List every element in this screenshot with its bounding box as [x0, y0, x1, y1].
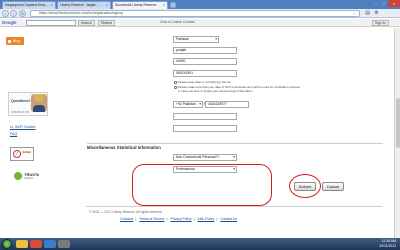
tab-label: Successful Liberty Reserve... — [115, 3, 159, 7]
blog-button[interactable]: Blog — [6, 37, 24, 45]
page-content: Blog Questions? CONTACT US LL SAPI Guide… — [0, 28, 400, 238]
vertical-scrollbar[interactable] — [394, 28, 400, 238]
wrench-icon[interactable]: ⚙ — [373, 10, 380, 17]
close-icon[interactable]: × — [106, 2, 108, 9]
support-avatar — [31, 94, 47, 112]
checkmark-icon: ✓ — [13, 150, 21, 158]
browser-toolbar: ‹ › ↻ https://www.libertyreserve.com/en/… — [0, 9, 400, 18]
online-contact-link[interactable]: Click to Online Contact — [158, 20, 197, 26]
browser-tab-2[interactable]: Liberty Reserve - target... × — [57, 1, 111, 9]
rss-icon — [8, 39, 11, 43]
highlight-annotation-submit — [289, 174, 321, 198]
contact-us-label: CONTACT US — [11, 110, 29, 114]
questions-card[interactable]: Questions? CONTACT US — [8, 92, 48, 116]
truste-subtitle: Verified — [24, 177, 33, 180]
ie-icon[interactable] — [44, 240, 56, 248]
info-icon — [174, 80, 177, 84]
google-search-button[interactable]: Search — [78, 20, 95, 26]
url-text: https://www.libertyreserve.com/en/regist… — [39, 11, 124, 15]
company-row: Company Name — [84, 125, 400, 133]
windows-taskbar: 12:28 AM 20/11/2012 — [0, 238, 400, 250]
scrollbar-thumb[interactable] — [396, 98, 400, 148]
footer-links: Contacts | Terms of Service | Privacy Poli… — [120, 217, 237, 221]
mobile-row: Mobile Phone — [84, 113, 400, 121]
copyright-text: © 2002 — 2012 Liberty Reserve. All right… — [89, 210, 163, 214]
clock-date: 20/11/2012 — [379, 243, 396, 248]
footer-divider — [86, 206, 382, 207]
browser-tab-1[interactable]: Megaupload Captcha Emu... × — [2, 1, 56, 9]
dob-input[interactable]: 06/10/1991 — [173, 70, 237, 77]
tab-label: Liberty Reserve - target... — [60, 3, 99, 7]
zip-row: *Zip/Postal Code 44000 — [84, 58, 400, 66]
phone-country-select[interactable]: +92 Pakistan — [173, 101, 203, 108]
country-select[interactable]: Pakistan — [173, 36, 219, 43]
google-search-input[interactable] — [26, 20, 76, 26]
tab-label: Megaupload Captcha Emu... — [5, 3, 48, 7]
info-icon — [174, 85, 177, 89]
new-tab-button[interactable] — [170, 2, 176, 8]
shared-button[interactable]: Shared — [98, 20, 115, 26]
sign-in-button[interactable]: Sign In — [372, 20, 389, 26]
truste-badge[interactable]: TRUSTe Verified — [14, 171, 39, 181]
phone-number-input[interactable]: 3434136977 — [205, 101, 249, 108]
folder-icon[interactable] — [16, 240, 28, 248]
back-icon[interactable]: ‹ — [2, 10, 9, 17]
footer-link[interactable]: Privacy Policy — [170, 217, 191, 221]
page-menu-icon[interactable]: ▤ — [364, 10, 371, 17]
zip-input[interactable]: 44000 — [173, 58, 237, 65]
bookmark-star-icon[interactable]: ☆ — [352, 11, 356, 16]
close-window-icon[interactable]: × — [388, 0, 400, 7]
footer-link[interactable]: Terms of Service — [139, 217, 164, 221]
misc-section-title: Miscellaneous Statistical Information — [87, 145, 161, 150]
blog-label: Blog — [13, 39, 21, 43]
footer-link[interactable]: Contact Us — [220, 217, 237, 221]
close-icon[interactable]: × — [51, 2, 53, 9]
dob-row: *Date of Birth 06/10/1991 — [84, 70, 400, 78]
minimize-icon[interactable]: – — [372, 0, 380, 7]
reload-icon[interactable]: ↻ — [19, 10, 26, 17]
security-verified-badge[interactable]: ✓ Verified — [10, 147, 34, 161]
dob-hint-1: Please enter date in mm/dd/yyyy format — [174, 80, 230, 84]
browser-tab-strip: Megaupload Captcha Emu... × Liberty Reser… — [0, 0, 400, 9]
browser-tab-3[interactable]: Successful Liberty Reserve... × — [112, 1, 168, 9]
address-bar[interactable]: https://www.libertyreserve.com/en/regist… — [30, 10, 360, 17]
account-use-row: *Account will be used for Non Commercial… — [84, 154, 400, 162]
questions-label: Questions? — [11, 99, 31, 103]
faq-link[interactable]: FAQ — [10, 132, 17, 136]
footer-link[interactable]: Contacts — [120, 217, 133, 221]
clock-time: 12:28 AM — [381, 239, 396, 243]
google-toolbar: Google Search Shared Click to Online Con… — [0, 19, 400, 27]
dob-hint-3: in case you lose or forget your account … — [178, 89, 253, 93]
section-divider — [87, 143, 383, 144]
account-use-select[interactable]: Non Commercial Personal P... — [173, 154, 237, 161]
close-icon[interactable]: × — [163, 2, 165, 9]
highlight-annotation-fields — [132, 164, 272, 206]
chrome-icon[interactable] — [30, 240, 42, 248]
truste-logo-icon — [14, 172, 22, 180]
left-sidebar: Blog Questions? CONTACT US LL SAPI Guide… — [4, 28, 70, 238]
start-button[interactable] — [2, 239, 12, 249]
country-row: *Country Pakistan — [84, 36, 400, 44]
maximize-icon[interactable]: □ — [380, 0, 388, 7]
forward-icon[interactable]: › — [10, 10, 17, 17]
system-clock[interactable]: 12:28 AM 20/11/2012 — [379, 239, 396, 248]
google-logo: Google — [2, 20, 17, 25]
company-input[interactable] — [173, 125, 237, 132]
mobile-input[interactable] — [173, 113, 237, 120]
state-input[interactable]: punjab — [173, 47, 237, 54]
api-guides-link[interactable]: LL SAPI Guides — [10, 125, 35, 129]
cancel-button[interactable]: Cancel — [322, 182, 344, 191]
badge-text: Verified — [22, 151, 31, 154]
phone-row: *Phone +92 Pakistan 3434136977 — [84, 101, 400, 109]
state-row: *State/Region punjab — [84, 47, 400, 55]
media-icon[interactable] — [58, 240, 70, 248]
footer-link[interactable]: AML Policy — [197, 217, 214, 221]
